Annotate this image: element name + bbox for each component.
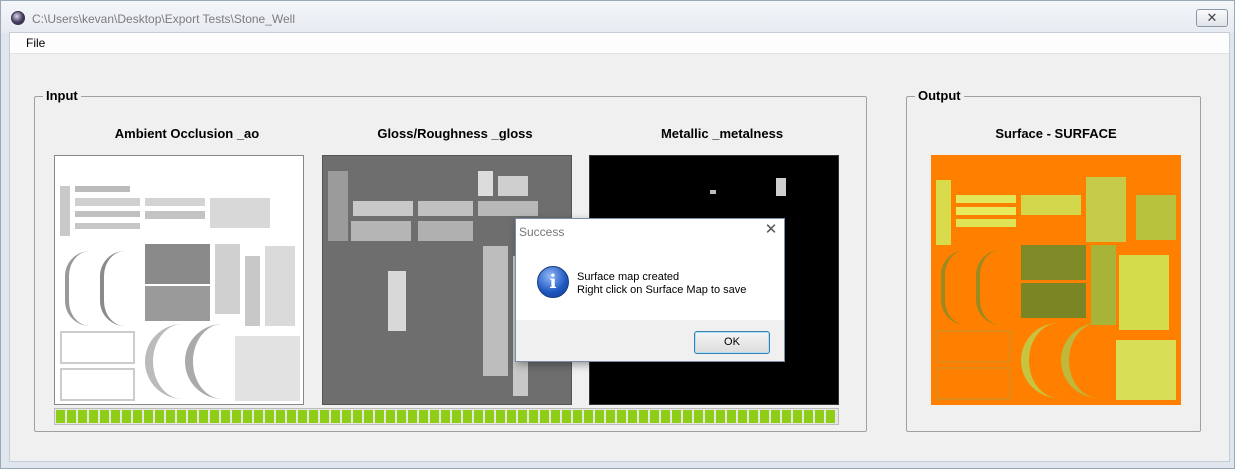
info-icon: i [537, 266, 569, 298]
output-group-label: Output [915, 88, 964, 103]
ok-button[interactable]: OK [694, 331, 770, 354]
menu-item-file[interactable]: File [24, 36, 47, 50]
surface-caption: Surface - SURFACE [995, 126, 1117, 141]
app-window: C:\Users\kevan\Desktop\Export Tests\Ston… [0, 0, 1235, 469]
progress-fill [56, 410, 837, 423]
gloss-caption: Gloss/Roughness _gloss [377, 126, 533, 141]
window-title: C:\Users\kevan\Desktop\Export Tests\Ston… [32, 12, 296, 26]
dialog-message-line2: Right click on Surface Map to save [577, 284, 747, 296]
app-icon [11, 11, 25, 25]
metalness-caption: Metallic _metalness [660, 126, 784, 141]
ao-caption: Ambient Occlusion _ao [114, 126, 260, 141]
dialog-message-line1: Surface map created [577, 271, 680, 283]
success-dialog: Success ✕ i Surface map created Right cl… [515, 218, 785, 362]
dialog-message: Surface map created Right click on Surfa… [577, 271, 746, 297]
dialog-close-icon[interactable]: ✕ [763, 222, 779, 238]
surface-map-image[interactable] [931, 155, 1181, 405]
client-area: File Input Ambient Occlusion _ao Gloss/R… [9, 32, 1230, 462]
ao-texture-image[interactable] [54, 155, 304, 405]
progress-bar [54, 408, 839, 425]
dialog-title: Success [519, 225, 565, 239]
input-group-label: Input [43, 88, 81, 103]
window-close-button[interactable]: ✕ [1196, 9, 1228, 27]
menu-bar: File [10, 33, 1229, 54]
title-bar[interactable]: C:\Users\kevan\Desktop\Export Tests\Ston… [1, 1, 1234, 33]
dialog-footer: OK [516, 320, 784, 361]
